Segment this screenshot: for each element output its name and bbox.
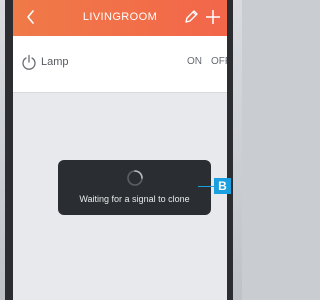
power-icon	[22, 54, 36, 70]
header-bar: LIVINGROOM	[13, 0, 227, 36]
device-row-lamp: Lamp ON OFF	[13, 36, 227, 93]
clone-status-toast: Waiting for a signal to clone	[58, 160, 211, 215]
pencil-icon[interactable]	[183, 8, 199, 26]
app-screen: LIVINGROOM Lamp ON OFF Waiting for a sig…	[13, 0, 227, 300]
plus-icon[interactable]	[205, 8, 221, 26]
off-button[interactable]: OFF	[211, 56, 227, 67]
loading-spinner-icon	[127, 170, 143, 186]
toast-message: Waiting for a signal to clone	[79, 194, 190, 204]
device-name-label: Lamp	[41, 56, 69, 68]
callout-badge: B	[214, 178, 231, 194]
callout-connector	[198, 186, 214, 187]
on-button[interactable]: ON	[187, 56, 202, 67]
